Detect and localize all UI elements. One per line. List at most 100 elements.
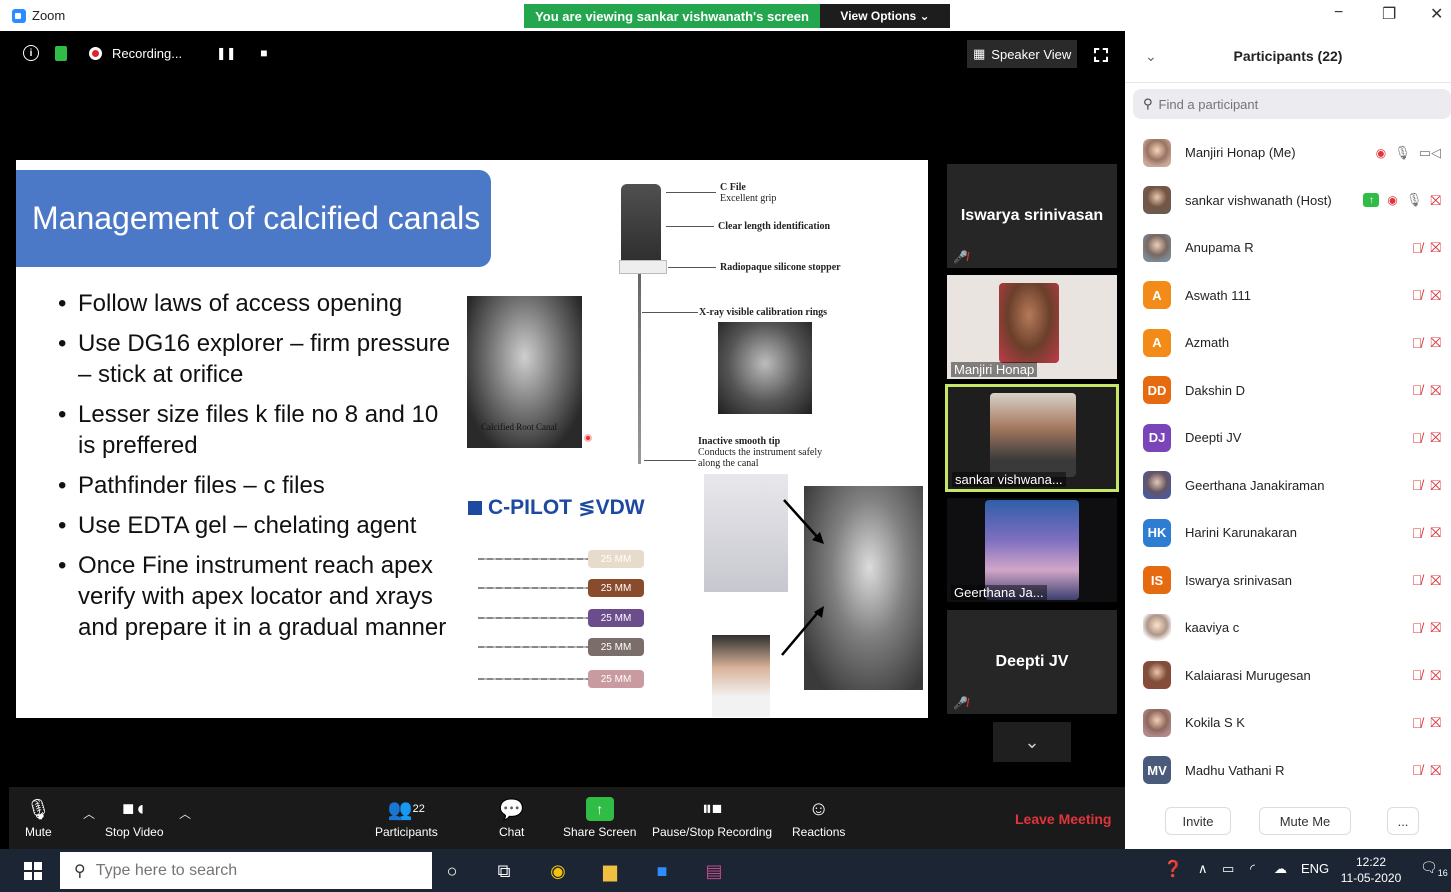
video-off-icon[interactable]: ⛝ <box>1430 239 1441 256</box>
participant-name: kaaviya c <box>1185 620 1240 636</box>
gallery-scroll-down-button[interactable]: ⌄ <box>993 722 1071 762</box>
fullscreen-icon[interactable] <box>1094 48 1108 62</box>
lock-icon[interactable] <box>55 45 67 61</box>
zoom-taskbar-icon[interactable]: ■ <box>650 859 674 883</box>
participant-row[interactable]: A Aswath 111 🎙̸ ⛝ <box>1125 272 1451 320</box>
video-tile[interactable]: Deepti JV 🎤̸ <box>947 610 1117 714</box>
participant-row[interactable]: A Azmath 🎙̸ ⛝ <box>1125 319 1451 367</box>
taskbar-clock[interactable]: 12:22 11-05-2020 <box>1338 854 1404 886</box>
muted-mic-icon[interactable]: 🎙̸ <box>1412 287 1423 303</box>
video-tile[interactable]: Manjiri Honap <box>947 275 1117 379</box>
wifi-icon[interactable]: ◜ <box>1250 861 1255 877</box>
muted-mic-icon[interactable]: 🎙̸ <box>1412 762 1423 778</box>
close-button[interactable]: ✕ <box>1430 4 1443 24</box>
muted-mic-icon[interactable]: 🎙̸ <box>1412 525 1423 541</box>
stop-recording-icon[interactable]: ■ <box>260 46 267 60</box>
video-camera-icon[interactable]: ▭◁ <box>1419 145 1441 161</box>
share-screen-button[interactable]: ↑ Share Screen <box>563 793 636 839</box>
participant-avatar: DJ <box>1143 423 1171 452</box>
onedrive-icon[interactable]: ☁ <box>1274 861 1287 877</box>
muted-mic-icon[interactable]: 🎙̸ <box>1412 382 1423 398</box>
video-off-icon[interactable]: ⛝ <box>1430 619 1441 636</box>
stop-video-button[interactable]: ■◖ Stop Video <box>105 793 164 840</box>
chrome-icon[interactable]: ◉ <box>546 859 570 883</box>
video-off-icon[interactable]: ⛝ <box>1430 429 1441 446</box>
microphone-icon[interactable]: 🎙 <box>1394 145 1411 161</box>
participant-row[interactable]: Geerthana Janakiraman 🎙̸ ⛝ <box>1125 462 1451 510</box>
microphone-icon[interactable]: 🎙 <box>1406 192 1423 208</box>
video-tile-active-speaker[interactable]: sankar vishwana... <box>945 384 1119 492</box>
participant-row[interactable]: HK Harini Karunakaran 🎙̸ ⛝ <box>1125 509 1451 557</box>
leave-meeting-button[interactable]: Leave Meeting <box>1015 811 1111 827</box>
video-off-icon[interactable]: ⛝ <box>1430 382 1441 399</box>
reactions-button[interactable]: ☺ Reactions <box>792 793 845 840</box>
muted-mic-icon[interactable]: 🎙̸ <box>1412 240 1423 256</box>
task-view-icon[interactable]: ⧉ <box>492 859 516 883</box>
restore-button[interactable]: ❐ <box>1382 4 1396 24</box>
pause-recording-icon[interactable]: ❚❚ <box>216 46 236 60</box>
muted-mic-icon[interactable]: 🎙̸ <box>1412 572 1423 588</box>
file-image-row: 25 MM <box>478 550 644 568</box>
mute-me-button[interactable]: Mute Me <box>1259 807 1351 835</box>
minimize-button[interactable]: − <box>1334 4 1343 22</box>
video-tile[interactable]: Iswarya srinivasan 🎤̸ <box>947 164 1117 268</box>
participant-row[interactable]: DJ Deepti JV 🎙̸ ⛝ <box>1125 414 1451 462</box>
video-off-icon[interactable]: ⛝ <box>1430 524 1441 541</box>
invite-button[interactable]: Invite <box>1165 807 1231 835</box>
help-tray-icon[interactable]: ❓ <box>1163 859 1183 879</box>
video-off-icon[interactable]: ⛝ <box>1430 572 1441 589</box>
chat-bubble-icon: 💬 <box>499 798 525 821</box>
participant-row[interactable]: Anupama R 🎙̸ ⛝ <box>1125 224 1451 272</box>
participant-search-input[interactable] <box>1158 96 1419 112</box>
participant-row[interactable]: MV Madhu Vathani R 🎙̸ ⛝ <box>1125 747 1451 795</box>
pause-stop-recording-button[interactable]: ⏸⏹ Pause/Stop Recording <box>652 793 772 840</box>
windows-start-icon[interactable] <box>24 862 42 880</box>
view-options-button[interactable]: View Options ⌄ <box>820 4 950 28</box>
info-icon[interactable]: i <box>23 45 39 61</box>
muted-mic-icon[interactable]: 🎙̸ <box>1412 477 1423 493</box>
video-options-caret-icon[interactable]: ︿ <box>179 805 191 822</box>
muted-mic-icon[interactable]: 🎙̸ <box>1412 715 1423 731</box>
recording-status-icon: ◉ <box>1387 193 1398 208</box>
participants-button[interactable]: 👥 22 Participants <box>375 793 438 840</box>
video-off-icon[interactable]: ⛝ <box>1430 192 1441 209</box>
notification-center-icon[interactable]: 🗨16 <box>1420 859 1448 878</box>
participant-search[interactable]: ⚲ <box>1133 89 1451 119</box>
chat-button[interactable]: 💬 Chat <box>499 793 525 840</box>
language-indicator[interactable]: ENG <box>1301 861 1329 876</box>
winrar-icon[interactable]: ▤ <box>702 859 726 883</box>
taskbar-search[interactable]: ⚲ <box>60 852 432 889</box>
video-tile[interactable]: Geerthana Ja... <box>947 498 1117 602</box>
participant-status-icons: 🎙̸ ⛝ <box>1412 477 1441 494</box>
slide-bullets: Follow laws of access opening Use DG16 e… <box>58 288 458 652</box>
video-off-icon[interactable]: ⛝ <box>1430 667 1441 684</box>
muted-mic-icon[interactable]: 🎙̸ <box>1412 430 1423 446</box>
video-off-icon[interactable]: ⛝ <box>1430 762 1441 779</box>
muted-mic-icon[interactable]: 🎙̸ <box>1412 667 1423 683</box>
participant-status-icons: 🎙̸ ⛝ <box>1412 287 1441 304</box>
file-explorer-icon[interactable]: ▆ <box>598 859 622 883</box>
more-options-button[interactable]: ... <box>1387 807 1419 835</box>
participant-row[interactable]: Manjiri Honap (Me) ◉ 🎙 ▭◁ <box>1125 129 1451 177</box>
show-hidden-icons-icon[interactable]: ∧ <box>1198 861 1208 877</box>
participant-row[interactable]: DD Dakshin D 🎙̸ ⛝ <box>1125 367 1451 415</box>
brand-square-icon <box>468 500 482 515</box>
participant-row[interactable]: Kokila S K 🎙̸ ⛝ <box>1125 699 1451 747</box>
video-off-icon[interactable]: ⛝ <box>1430 477 1441 494</box>
video-off-icon[interactable]: ⛝ <box>1430 287 1441 304</box>
participant-row[interactable]: sankar vishwanath (Host) ↑ ◉ 🎙 ⛝ <box>1125 177 1451 225</box>
participant-row[interactable]: IS Iswarya srinivasan 🎙̸ ⛝ <box>1125 557 1451 605</box>
audio-options-caret-icon[interactable]: ︿ <box>83 805 95 822</box>
muted-mic-icon[interactable]: 🎙̸ <box>1412 335 1423 351</box>
video-off-icon[interactable]: ⛝ <box>1430 334 1441 351</box>
taskbar-search-input[interactable] <box>95 861 396 880</box>
participant-status-icons: 🎙̸ ⛝ <box>1412 239 1441 256</box>
participant-row[interactable]: Kalaiarasi Murugesan 🎙̸ ⛝ <box>1125 652 1451 700</box>
participant-row[interactable]: kaaviya c 🎙̸ ⛝ <box>1125 604 1451 652</box>
muted-mic-icon[interactable]: 🎙̸ <box>1412 620 1423 636</box>
battery-icon[interactable]: ▭ <box>1222 861 1234 877</box>
cortana-icon[interactable]: ○ <box>440 859 464 883</box>
video-off-icon[interactable]: ⛝ <box>1430 714 1441 731</box>
speaker-view-button[interactable]: ▦ Speaker View <box>967 40 1077 68</box>
mute-button[interactable]: 🎙 Mute <box>25 793 52 840</box>
